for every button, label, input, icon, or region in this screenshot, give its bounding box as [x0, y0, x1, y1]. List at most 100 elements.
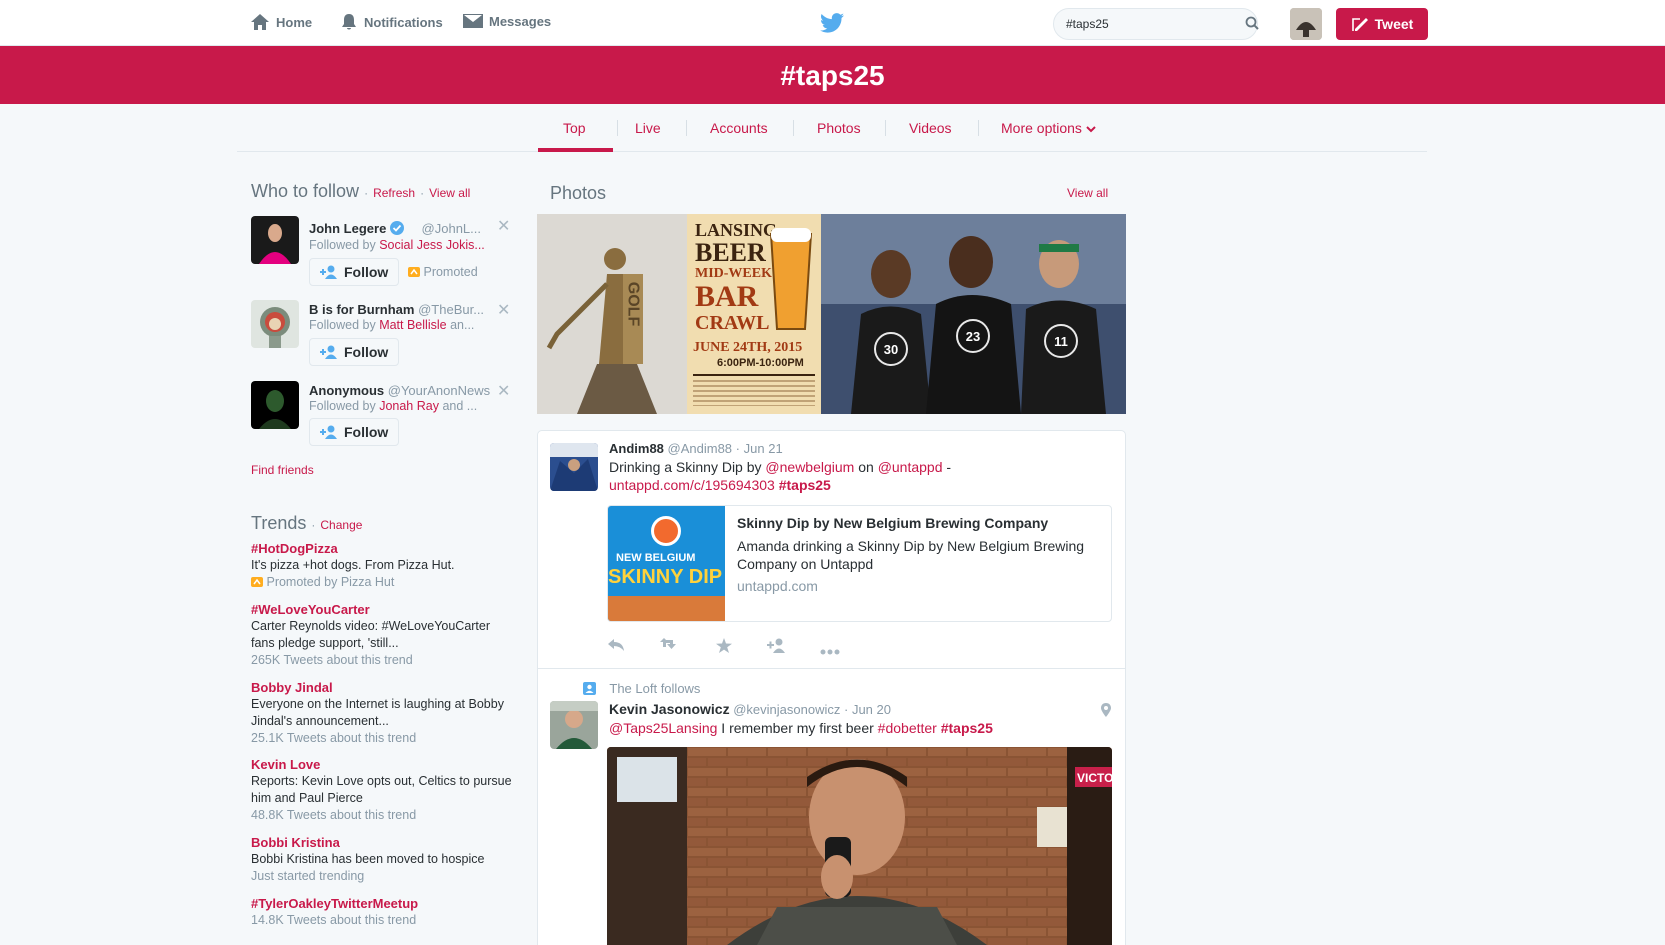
add-user-icon	[320, 265, 337, 279]
avatar[interactable]	[251, 381, 299, 429]
promoted-icon	[408, 267, 420, 277]
tweet-author-handle: @Andim88	[667, 441, 733, 456]
avatar[interactable]	[251, 300, 299, 348]
followed-by-text: Followed by Jonah Ray and ...	[309, 399, 477, 413]
tab-accounts[interactable]: Accounts	[710, 120, 768, 136]
retweet-button[interactable]	[659, 638, 681, 655]
followed-by-user-link[interactable]: Matt Bellisle	[379, 318, 446, 332]
card-image: NEW BELGIUM SKINNY DIP	[608, 506, 725, 621]
trend-description: Carter Reynolds video: #WeLoveYouCarter …	[251, 619, 491, 650]
avatar[interactable]	[251, 216, 299, 264]
dismiss-suggestion-icon[interactable]: ✕	[497, 381, 510, 401]
location-pin-icon[interactable]	[1101, 703, 1111, 717]
tweet-author-name[interactable]: Andim88	[609, 441, 664, 456]
search-icon[interactable]	[1245, 16, 1259, 30]
hashtag-link[interactable]: #dobetter	[878, 720, 937, 736]
verified-badge-icon	[389, 221, 404, 235]
wtf-view-all-link[interactable]: View all	[429, 186, 470, 200]
suggested-user-name[interactable]: John Legere	[309, 221, 386, 236]
tweet-timestamp[interactable]: Jun 21	[744, 441, 783, 456]
tweet-text-part: I remember my first beer	[717, 720, 878, 736]
follow-button[interactable]: Follow	[309, 418, 400, 446]
tabs-divider	[237, 151, 1427, 152]
trend-item[interactable]: #WeLoveYouCarter	[251, 602, 370, 617]
trend-item[interactable]: #HotDogPizza	[251, 541, 338, 556]
photos-view-all-link[interactable]: View all	[1067, 186, 1108, 200]
follow-button[interactable]: Follow	[309, 258, 400, 286]
change-trends-link[interactable]: Change	[320, 518, 362, 532]
tweet-photo[interactable]: VICTO	[607, 747, 1112, 945]
separator-dot: ·	[843, 702, 849, 717]
dismiss-suggestion-icon[interactable]: ✕	[497, 300, 510, 320]
chevron-down-icon	[1086, 126, 1096, 133]
compose-tweet-label: Tweet	[1374, 16, 1414, 32]
trend-item[interactable]: Kevin Love	[251, 757, 320, 772]
followed-by-user-link[interactable]: Social Jess Jokis...	[379, 238, 485, 252]
avatar[interactable]	[550, 443, 598, 491]
trend-promoted-text: Promoted by Pizza Hut	[266, 575, 395, 589]
suggested-user-name[interactable]: Anonymous	[309, 383, 384, 398]
avatar[interactable]	[550, 701, 598, 749]
suggested-user-name[interactable]: B is for Burnham	[309, 302, 414, 317]
refresh-link[interactable]: Refresh	[373, 186, 415, 200]
favorite-button[interactable]	[716, 638, 732, 656]
add-user-icon	[767, 638, 785, 653]
tab-top[interactable]: Top	[563, 120, 586, 136]
trend-tweet-count: Just started trending	[251, 869, 365, 883]
photo-golf-trophy[interactable]: GOLF	[537, 214, 687, 414]
trend-item[interactable]: Bobbi Kristina	[251, 835, 340, 850]
add-user-icon	[320, 345, 337, 359]
add-user-icon	[320, 425, 337, 439]
promoted-text: Promoted	[423, 265, 478, 279]
mention-link[interactable]: @Taps25Lansing	[609, 720, 717, 736]
separator-dot: ·	[364, 186, 369, 200]
tweet-text-part: Drinking a Skinny Dip by	[609, 459, 766, 475]
trend-description: Everyone on the Internet is laughing at …	[251, 697, 504, 728]
followed-by-user-link[interactable]: Jonah Ray	[379, 399, 439, 413]
nav-notifications[interactable]: Notifications	[340, 13, 443, 31]
trend-description: Bobbi Kristina has been moved to hospice	[251, 852, 485, 866]
suggested-user-handle: @JohnL...	[421, 221, 481, 236]
trend-item[interactable]: Bobby Jindal	[251, 680, 333, 695]
tweet-timestamp[interactable]: Jun 20	[852, 702, 891, 717]
suggested-user-handle: @TheBur...	[418, 302, 485, 317]
trend-promoted: Promoted by Pizza Hut	[251, 575, 394, 589]
mention-link[interactable]: @untappd	[878, 459, 943, 475]
follow-button[interactable]: Follow	[309, 338, 400, 366]
user-avatar[interactable]	[1290, 8, 1322, 40]
hashtag-link[interactable]: #taps25	[941, 720, 993, 736]
mention-link[interactable]: @newbelgium	[765, 459, 854, 475]
search-input[interactable]: #taps25	[1053, 8, 1258, 40]
trend-tweet-count: 14.8K Tweets about this trend	[251, 913, 417, 927]
tab-videos[interactable]: Videos	[909, 120, 952, 136]
hashtag-link[interactable]: #taps25	[779, 477, 831, 493]
photo-bar-crawl-poster[interactable]: LANSING BEER MID-WEEK BAR CRAWL JUNE 24T…	[687, 214, 821, 414]
dismiss-suggestion-icon[interactable]: ✕	[497, 216, 510, 236]
more-actions-button[interactable]	[820, 643, 840, 658]
suggested-user-name-row: Anonymous @YourAnonNews	[309, 383, 490, 398]
reply-button[interactable]	[607, 638, 625, 655]
tweet-author-name[interactable]: Kevin Jasonowicz	[609, 701, 730, 717]
twitter-bird-icon[interactable]	[820, 13, 844, 33]
tab-photos[interactable]: Photos	[817, 120, 861, 136]
tab-more-options[interactable]: More options	[1001, 120, 1096, 136]
tab-live[interactable]: Live	[635, 120, 661, 136]
envelope-icon	[463, 14, 483, 28]
link-preview-card[interactable]: NEW BELGIUM SKINNY DIP Skinny Dip by New…	[607, 505, 1112, 622]
nav-messages[interactable]: Messages	[463, 13, 551, 29]
followed-by-text: Followed by Social Jess Jokis...	[309, 238, 485, 252]
nav-home[interactable]: Home	[250, 13, 312, 31]
card-image-footer	[608, 596, 725, 621]
followed-by-prefix: Followed by	[309, 318, 376, 332]
follow-button-label: Follow	[344, 424, 389, 440]
find-friends-link[interactable]: Find friends	[251, 463, 314, 477]
poster-line4: BAR	[695, 280, 759, 313]
card-domain: untappd.com	[737, 578, 818, 594]
photo-warriors-players[interactable]: 30 23 11	[821, 214, 1126, 414]
tweet-url-link[interactable]: untappd.com/c/195694303	[609, 477, 775, 493]
trend-item[interactable]: #TylerOakleyTwitterMeetup	[251, 896, 418, 911]
tweet-text-part: -	[942, 459, 952, 475]
follow-author-button[interactable]	[767, 638, 787, 656]
jersey-number: 30	[884, 342, 898, 357]
compose-tweet-button[interactable]: Tweet	[1336, 8, 1428, 40]
